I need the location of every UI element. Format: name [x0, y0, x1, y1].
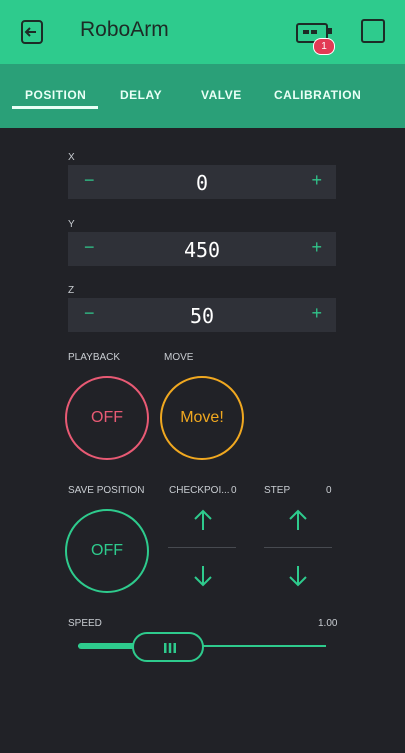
step-up-arrow-icon[interactable] [287, 508, 309, 532]
stop-icon[interactable] [361, 19, 385, 43]
y-label: Y [68, 219, 75, 230]
tab-delay[interactable]: DELAY [120, 88, 162, 102]
step-divider [264, 547, 332, 548]
move-label: MOVE [164, 352, 194, 363]
save-position-label: SAVE POSITION [68, 485, 145, 496]
tab-valve[interactable]: VALVE [201, 88, 242, 102]
x-increment-button[interactable]: + [311, 170, 322, 191]
app-header [0, 0, 405, 64]
x-value: 0 [195, 171, 209, 195]
checkpoint-value: 0 [231, 485, 237, 496]
x-label: X [68, 152, 75, 163]
back-icon[interactable] [18, 18, 46, 46]
x-stepper: − 0 + [68, 165, 336, 199]
checkpoint-label: CHECKPOI... [169, 485, 230, 496]
playback-toggle-button[interactable]: OFF [65, 376, 149, 460]
speed-value: 1.00 [318, 618, 338, 629]
step-label: STEP [264, 485, 291, 496]
checkpoint-down-arrow-icon[interactable] [192, 564, 214, 588]
playback-label: PLAYBACK [68, 352, 121, 363]
step-down-arrow-icon[interactable] [287, 564, 309, 588]
checkpoint-divider [168, 547, 236, 548]
active-tab-indicator [12, 106, 98, 109]
step-value: 0 [326, 485, 332, 496]
grip-icon [164, 643, 176, 653]
notification-badge: 1 [313, 38, 335, 55]
checkpoint-up-arrow-icon[interactable] [192, 508, 214, 532]
save-position-toggle-button[interactable]: OFF [65, 509, 149, 593]
speed-slider-handle[interactable] [132, 632, 204, 662]
app-title: RoboArm [80, 18, 169, 41]
y-increment-button[interactable]: + [311, 237, 322, 258]
z-increment-button[interactable]: + [311, 303, 322, 324]
speed-slider-fill [78, 643, 138, 649]
move-button[interactable]: Move! [160, 376, 244, 460]
tab-calibration[interactable]: CALIBRATION [274, 88, 361, 102]
y-stepper: − 450 + [68, 232, 336, 266]
speed-label: SPEED [68, 618, 102, 629]
tab-position[interactable]: POSITION [25, 88, 86, 102]
z-label: Z [68, 285, 75, 296]
z-value: 50 [189, 304, 215, 328]
z-stepper: − 50 + [68, 298, 336, 332]
y-value: 450 [183, 238, 221, 262]
